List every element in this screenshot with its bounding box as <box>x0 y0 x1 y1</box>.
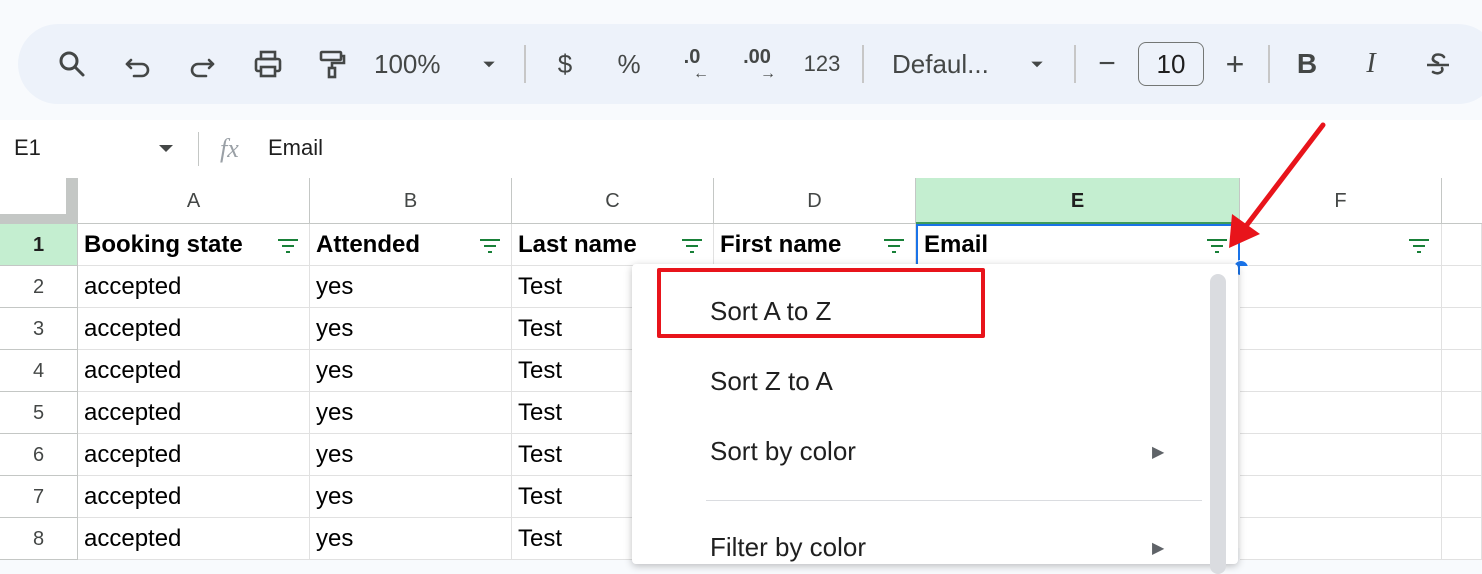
table-cell[interactable] <box>1240 308 1442 350</box>
table-cell[interactable]: yes <box>310 518 512 560</box>
table-cell[interactable]: accepted <box>78 308 310 350</box>
fx-icon: fx <box>220 134 239 163</box>
table-cell[interactable]: yes <box>310 476 512 518</box>
increase-font-size-button[interactable]: + <box>1220 24 1250 104</box>
toolbar-divider <box>1268 45 1270 83</box>
bold-button[interactable]: B <box>1292 24 1322 104</box>
table-cell[interactable] <box>1442 350 1482 392</box>
arrow-left-icon: ← <box>693 65 709 82</box>
zoom-value: 100% <box>374 48 441 79</box>
font-select[interactable]: Defaul... <box>892 24 1012 104</box>
table-cell[interactable] <box>1442 518 1482 560</box>
column-header-c[interactable]: C <box>512 178 714 224</box>
table-cell[interactable] <box>1240 434 1442 476</box>
menu-item-sort-by-color[interactable]: Sort by color <box>710 436 856 467</box>
table-cell[interactable] <box>1442 266 1482 308</box>
table-cell[interactable]: yes <box>310 266 512 308</box>
header-cell-g[interactable] <box>1442 224 1482 266</box>
table-cell[interactable] <box>1240 266 1442 308</box>
table-cell[interactable]: yes <box>310 392 512 434</box>
freeze-handle[interactable] <box>0 214 78 224</box>
highlight-box <box>657 268 985 338</box>
column-header-e[interactable]: E <box>916 178 1240 224</box>
table-cell[interactable] <box>1240 518 1442 560</box>
table-cell[interactable]: accepted <box>78 434 310 476</box>
column-header-g[interactable] <box>1442 178 1482 224</box>
table-cell[interactable]: accepted <box>78 518 310 560</box>
decrease-font-size-button[interactable]: − <box>1092 24 1122 104</box>
font-dropdown-icon[interactable] <box>1024 24 1050 104</box>
column-header-d[interactable]: D <box>714 178 916 224</box>
toolbar-divider <box>862 45 864 83</box>
table-cell[interactable]: accepted <box>78 266 310 308</box>
header-cell-email[interactable]: Email <box>916 224 1240 266</box>
zoom-dropdown-icon[interactable] <box>476 24 502 104</box>
annotation-arrow-icon <box>1229 122 1326 248</box>
zoom-select[interactable]: 100% <box>374 24 464 104</box>
percent-format-button[interactable]: % <box>612 24 646 104</box>
table-cell[interactable] <box>1442 434 1482 476</box>
filter-icon-d[interactable] <box>883 237 905 255</box>
toolbar: 100% $ % .0 ← .00 → 123 Defaul... − 10 +… <box>18 24 1482 104</box>
paint-format-icon[interactable] <box>312 24 352 104</box>
formula-input[interactable]: Email <box>268 120 323 178</box>
row-header-3[interactable]: 3 <box>0 308 78 350</box>
row-header-1[interactable]: 1 <box>0 224 78 266</box>
toolbar-divider <box>1074 45 1076 83</box>
print-icon[interactable] <box>248 24 288 104</box>
column-header-b[interactable]: B <box>310 178 512 224</box>
filter-icon-c[interactable] <box>681 237 703 255</box>
formula-divider <box>198 132 199 166</box>
table-cell[interactable] <box>1240 350 1442 392</box>
arrow-right-icon: → <box>760 65 776 82</box>
undo-icon[interactable] <box>118 24 158 104</box>
table-cell[interactable]: accepted <box>78 476 310 518</box>
name-box-dropdown-icon[interactable] <box>156 138 176 158</box>
filter-icon-a[interactable] <box>277 237 299 255</box>
filter-icon-b[interactable] <box>479 237 501 255</box>
submenu-arrow-icon: ▶ <box>1152 444 1165 461</box>
table-cell[interactable] <box>1442 308 1482 350</box>
font-size-input[interactable]: 10 <box>1138 42 1204 86</box>
increase-decimal-button[interactable]: .00 → <box>732 24 782 104</box>
header-cell-booking-state[interactable]: Booking state <box>78 224 310 266</box>
column-header-a[interactable]: A <box>78 178 310 224</box>
row-header-8[interactable]: 8 <box>0 518 78 560</box>
select-all-corner[interactable] <box>0 178 78 224</box>
currency-format-button[interactable]: $ <box>548 24 582 104</box>
table-cell[interactable]: accepted <box>78 350 310 392</box>
row-header-5[interactable]: 5 <box>0 392 78 434</box>
menu-scrollbar[interactable] <box>1210 274 1226 574</box>
italic-button[interactable]: I <box>1356 24 1386 104</box>
submenu-arrow-icon: ▶ <box>1152 540 1165 557</box>
table-cell[interactable]: accepted <box>78 392 310 434</box>
filter-icon-f[interactable] <box>1408 237 1430 255</box>
table-cell[interactable] <box>1442 476 1482 518</box>
table-cell[interactable]: yes <box>310 350 512 392</box>
toolbar-divider <box>524 45 526 83</box>
row-header-7[interactable]: 7 <box>0 476 78 518</box>
table-cell[interactable] <box>1442 392 1482 434</box>
redo-icon[interactable] <box>182 24 222 104</box>
table-cell[interactable] <box>1240 392 1442 434</box>
search-icon[interactable] <box>52 24 92 104</box>
name-box[interactable]: E1 <box>14 120 41 178</box>
row-header-2[interactable]: 2 <box>0 266 78 308</box>
menu-divider <box>706 500 1202 501</box>
table-cell[interactable]: yes <box>310 308 512 350</box>
table-cell[interactable]: yes <box>310 434 512 476</box>
number-format-button[interactable]: 123 <box>798 24 846 104</box>
strikethrough-icon[interactable] <box>1418 24 1458 104</box>
menu-item-sort-z-to-a[interactable]: Sort Z to A <box>710 366 833 397</box>
table-cell[interactable] <box>1240 476 1442 518</box>
row-header-4[interactable]: 4 <box>0 350 78 392</box>
row-header-6[interactable]: 6 <box>0 434 78 476</box>
decrease-decimal-button[interactable]: .0 ← <box>670 24 714 104</box>
